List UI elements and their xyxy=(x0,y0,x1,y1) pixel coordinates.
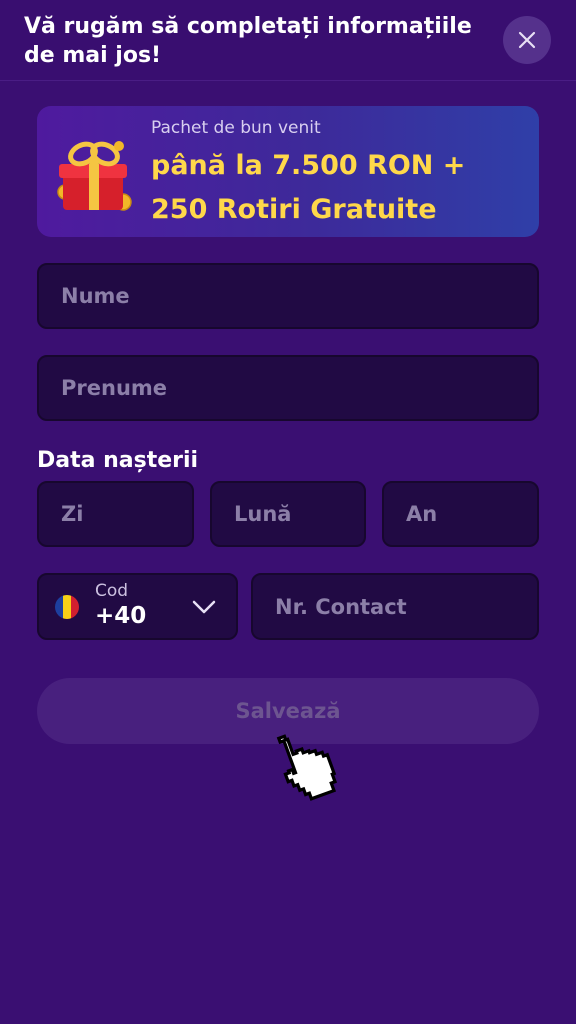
hand-pointer-icon xyxy=(276,734,338,801)
day-input[interactable] xyxy=(39,483,192,545)
banner-subtitle: Pachet de bun venit xyxy=(151,118,321,138)
last-name-field-wrapper xyxy=(37,355,539,421)
gift-icon xyxy=(57,141,132,211)
month-input[interactable] xyxy=(212,483,364,545)
welcome-banner: Pachet de bun venit până la 7.500 RON + … xyxy=(37,106,539,237)
day-field-wrapper xyxy=(37,481,194,547)
year-field-wrapper xyxy=(382,481,539,547)
phone-code-label: Cod xyxy=(95,581,129,601)
close-button[interactable] xyxy=(503,16,551,64)
close-icon xyxy=(518,31,536,49)
romania-flag-icon xyxy=(55,595,79,619)
phone-code-value: +40 xyxy=(95,603,147,629)
phone-number-input[interactable] xyxy=(253,575,537,638)
page-title: Vă rugăm să completați informațiile de m… xyxy=(24,14,472,68)
phone-code-select[interactable]: Cod +40 xyxy=(37,573,238,640)
year-input[interactable] xyxy=(384,483,537,545)
header: Vă rugăm să completați informațiile de m… xyxy=(0,0,576,81)
last-name-input[interactable] xyxy=(39,357,537,419)
first-name-input[interactable] xyxy=(39,265,537,327)
phone-field-wrapper xyxy=(251,573,539,640)
chevron-down-icon xyxy=(192,600,216,614)
dob-label: Data nașterii xyxy=(37,448,199,473)
banner-offer: până la 7.500 RON + 250 Rotiri Gratuite xyxy=(151,150,466,225)
month-field-wrapper xyxy=(210,481,366,547)
first-name-field-wrapper xyxy=(37,263,539,329)
